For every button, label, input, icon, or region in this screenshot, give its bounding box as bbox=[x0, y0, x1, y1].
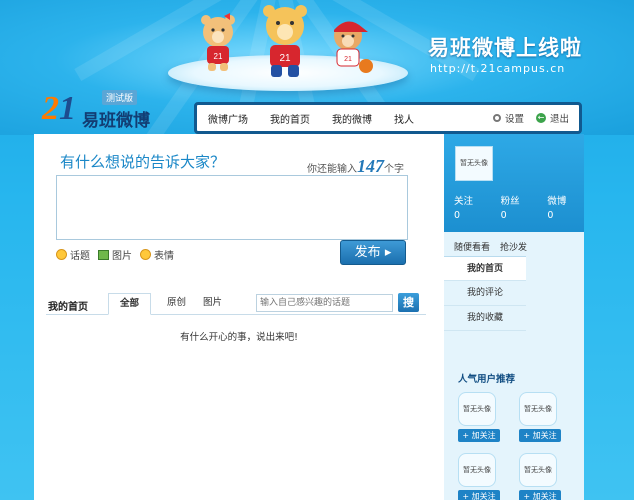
follow-button[interactable]: + 加关注 bbox=[519, 429, 561, 442]
bear-mascot-right: 21 bbox=[334, 21, 373, 73]
follow-label: 加关注 bbox=[532, 431, 557, 440]
follow-label: 加关注 bbox=[471, 431, 496, 440]
sidebar-item-home[interactable]: 我的首页 bbox=[444, 256, 526, 281]
logo-text: 易班微博 bbox=[82, 111, 150, 131]
svg-text:21: 21 bbox=[279, 53, 291, 64]
tab-images[interactable]: 图片 bbox=[192, 293, 233, 315]
svg-text:21: 21 bbox=[214, 52, 223, 61]
topic-tool[interactable]: 话题 bbox=[56, 247, 90, 262]
arrow-right-icon: ▸ bbox=[384, 245, 392, 260]
char-counter: 你还能输入147个字 bbox=[307, 156, 404, 177]
recommended-user: 暂无头像 + 加关注 bbox=[519, 392, 561, 442]
avatar[interactable]: 暂无头像 bbox=[458, 392, 496, 426]
stat-posts-value: 0 bbox=[547, 210, 554, 221]
follow-label: 加关注 bbox=[471, 492, 496, 500]
beta-badge: 测试版 bbox=[102, 90, 138, 105]
tab-all[interactable]: 全部 bbox=[108, 293, 152, 315]
main-nav: 微博广场 我的首页 我的微博 找人 设置 ← 退出 bbox=[194, 102, 582, 134]
topic-tool-label: 话题 bbox=[70, 251, 90, 262]
stat-posts-label: 微博 bbox=[547, 196, 567, 207]
follow-label: 加关注 bbox=[532, 492, 557, 500]
gear-icon[interactable] bbox=[492, 114, 501, 122]
image-tool-label: 图片 bbox=[112, 251, 132, 262]
compose-textarea[interactable] bbox=[56, 175, 408, 240]
sidebar-item-comments[interactable]: 我的评论 bbox=[444, 281, 526, 306]
follow-button[interactable]: + 加关注 bbox=[458, 490, 500, 500]
emoji-tool-label: 表情 bbox=[154, 251, 174, 262]
recommended-user: 暂无头像 + 加关注 bbox=[519, 453, 561, 500]
nav-item-home[interactable]: 我的首页 bbox=[259, 111, 321, 126]
site-logo[interactable]: 21 测试版 易班微博 bbox=[42, 86, 162, 132]
logout-link[interactable]: 退出 bbox=[550, 111, 569, 125]
emoji-icon bbox=[140, 249, 151, 260]
avatar[interactable]: 暂无头像 bbox=[519, 392, 557, 426]
emoji-tool[interactable]: 表情 bbox=[140, 247, 174, 262]
recommended-user: 暂无头像 + 加关注 bbox=[458, 453, 500, 500]
nav-item-find-people[interactable]: 找人 bbox=[383, 111, 425, 126]
profile-stats: 关注 0 粉丝 0 微博 0 bbox=[444, 195, 584, 223]
avatar[interactable]: 暂无头像 bbox=[455, 146, 493, 181]
popular-users-title: 人气用户推荐 bbox=[458, 374, 516, 385]
feed-section-title: 我的首页 bbox=[48, 302, 88, 313]
stat-followers-value: 0 bbox=[500, 210, 507, 221]
stat-following[interactable]: 关注 0 bbox=[454, 195, 491, 223]
compose-tools: 话题 图片 表情 bbox=[56, 247, 182, 262]
sidebar-item-favorites[interactable]: 我的收藏 bbox=[444, 306, 526, 331]
stat-posts[interactable]: 微博 0 bbox=[547, 195, 584, 223]
avatar[interactable]: 暂无头像 bbox=[519, 453, 557, 487]
sidebar-menu: 我的首页 我的评论 我的收藏 bbox=[444, 256, 584, 331]
banner-headline: 易班微博上线啦 bbox=[428, 36, 582, 60]
search-button[interactable]: 搜 bbox=[398, 293, 419, 312]
sidebar: 暂无头像 关注 0 粉丝 0 微博 0 随便看看 抢沙发 我的首页 我的评论 我的收藏… bbox=[444, 134, 584, 500]
image-icon bbox=[98, 249, 109, 260]
bear-mascot-center: 21 bbox=[263, 5, 307, 77]
image-tool[interactable]: 图片 bbox=[98, 247, 132, 262]
publish-button[interactable]: 发布 ▸ bbox=[340, 240, 406, 265]
logo-mark: 21 bbox=[42, 90, 76, 127]
stat-following-value: 0 bbox=[454, 210, 461, 221]
main-panel: 有什么想说的告诉大家？ 你还能输入147个字 话题 图片 表情 发布 ▸ 我的首… bbox=[34, 134, 444, 500]
nav-item-my-weibo[interactable]: 我的微博 bbox=[321, 111, 383, 126]
stat-followers[interactable]: 粉丝 0 bbox=[501, 195, 538, 223]
settings-link[interactable]: 设置 bbox=[505, 111, 524, 125]
recommended-user: 暂无头像 + 加关注 bbox=[458, 392, 500, 442]
stat-following-label: 关注 bbox=[454, 196, 474, 207]
profile-summary: 暂无头像 关注 0 粉丝 0 微博 0 bbox=[444, 134, 584, 232]
logout-icon[interactable]: ← bbox=[535, 113, 546, 123]
banner-url: http://t.21campus.cn bbox=[430, 62, 566, 75]
empty-feed-message: 有什么开心的事，说出来吧! bbox=[180, 332, 298, 343]
publish-label: 发布 bbox=[354, 245, 381, 260]
sidebar-links: 随便看看 抢沙发 我的首页 我的评论 我的收藏 bbox=[444, 236, 584, 331]
counter-prefix: 你还能输入 bbox=[307, 164, 357, 175]
nav-item-square[interactable]: 微博广场 bbox=[197, 111, 259, 126]
counter-suffix: 个字 bbox=[384, 164, 404, 175]
stat-followers-label: 粉丝 bbox=[500, 196, 520, 207]
sidebar-tabs: 随便看看 抢沙发 bbox=[444, 236, 584, 256]
nav-actions: 设置 ← 退出 bbox=[492, 111, 579, 125]
tab-original[interactable]: 原创 bbox=[156, 293, 197, 315]
feed-toolbar: 我的首页 全部 原创 图片 搜 bbox=[46, 293, 426, 315]
avatar[interactable]: 暂无头像 bbox=[458, 453, 496, 487]
topic-icon bbox=[56, 249, 67, 260]
bear-mascot-left: 21 bbox=[201, 13, 235, 71]
svg-text:21: 21 bbox=[344, 56, 352, 63]
follow-button[interactable]: + 加关注 bbox=[458, 429, 500, 442]
counter-value: 147 bbox=[357, 156, 384, 176]
topic-search-input[interactable] bbox=[256, 294, 393, 312]
compose-prompt: 有什么想说的告诉大家？ bbox=[60, 153, 226, 171]
sidebar-tab-sofa[interactable]: 抢沙发 bbox=[500, 240, 527, 253]
sidebar-tab-browse[interactable]: 随便看看 bbox=[454, 240, 490, 253]
follow-button[interactable]: + 加关注 bbox=[519, 490, 561, 500]
